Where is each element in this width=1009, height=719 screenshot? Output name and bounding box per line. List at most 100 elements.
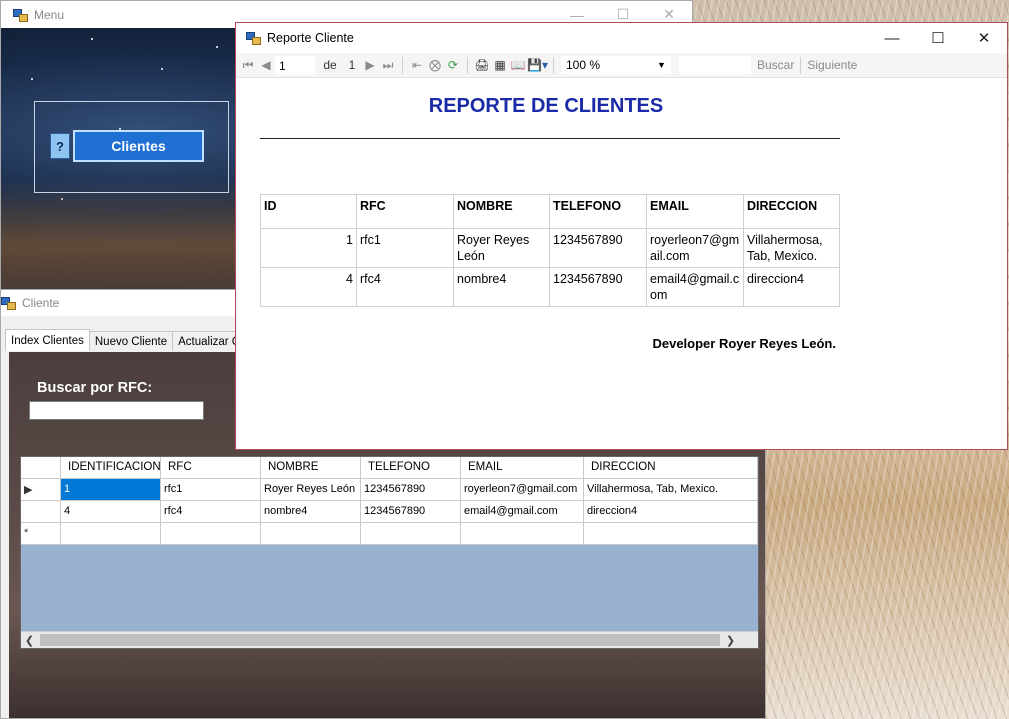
previous-page-icon[interactable]: ◀ bbox=[257, 55, 275, 75]
report-row: 4 rfc4 nombre4 1234567890 email4@gmail.c… bbox=[260, 267, 840, 307]
grid-cell[interactable]: rfc1 bbox=[161, 479, 261, 501]
search-rfc-input[interactable] bbox=[29, 401, 204, 420]
report-row: 1 rfc1 Royer Reyes León 1234567890 royer… bbox=[260, 228, 840, 268]
report-title: REPORTE DE CLIENTES bbox=[428, 95, 664, 117]
grid-cell[interactable] bbox=[461, 523, 584, 545]
scroll-thumb[interactable] bbox=[40, 634, 720, 646]
grid-cell[interactable]: 4 bbox=[61, 501, 161, 523]
export-icon[interactable]: 💾▾ bbox=[527, 55, 548, 75]
menu-window-title: Menu bbox=[34, 7, 65, 22]
zoom-value: 100 % bbox=[565, 58, 600, 72]
grid-cell[interactable] bbox=[261, 523, 361, 545]
report-cell: rfc4 bbox=[356, 267, 454, 307]
scroll-right-icon[interactable]: ❯ bbox=[722, 632, 739, 649]
report-header-row: ID RFC NOMBRE TELEFONO EMAIL DIRECCION bbox=[260, 194, 840, 229]
toolbar-separator bbox=[552, 56, 554, 74]
zoom-select[interactable]: 100 % ▼ bbox=[560, 55, 671, 75]
stop-icon[interactable]: ⨂ bbox=[426, 55, 444, 75]
report-page: REPORTE DE CLIENTES ID RFC NOMBRE TELEFO… bbox=[236, 78, 1007, 449]
current-page-input[interactable]: 1 bbox=[275, 55, 315, 75]
report-cell: 4 bbox=[260, 267, 357, 307]
grid-cell[interactable]: 1234567890 bbox=[361, 479, 461, 501]
search-label: Buscar por RFC: bbox=[37, 380, 153, 396]
last-page-icon[interactable]: ⏭ bbox=[379, 55, 397, 75]
report-viewer-toolbar: ⏮ ◀ 1 de 1 ▶ ⏭ ⇤ ⨂ ⟳ 🖨 ▦ 📖 💾▾ 100 % ▼ Bu… bbox=[236, 53, 1007, 78]
new-row-icon[interactable]: * bbox=[21, 523, 61, 545]
find-next-link[interactable]: Siguiente bbox=[801, 58, 863, 72]
table-row-new[interactable]: * bbox=[21, 523, 758, 545]
grid-column-header[interactable]: RFC bbox=[161, 457, 261, 479]
app-icon bbox=[13, 8, 28, 22]
reporte-cliente-window: Reporte Cliente — ☐ ✕ ⏮ ◀ 1 de 1 ▶ ⏭ ⇤ ⨂… bbox=[235, 22, 1008, 450]
report-column-header: NOMBRE bbox=[453, 194, 550, 229]
find-link[interactable]: Buscar bbox=[751, 58, 800, 72]
toolbar-separator bbox=[402, 56, 403, 74]
total-pages: 1 bbox=[348, 58, 356, 72]
report-column-header: EMAIL bbox=[646, 194, 744, 229]
tab-index-clientes[interactable]: Index Clientes bbox=[5, 329, 90, 351]
grid-cell[interactable]: nombre4 bbox=[261, 501, 361, 523]
grid-column-header[interactable]: IDENTIFICACION bbox=[61, 457, 161, 479]
grid-cell[interactable]: 1 bbox=[61, 479, 161, 501]
grid-cell[interactable] bbox=[361, 523, 461, 545]
tab-strip: Index Clientes Nuevo Cliente Actualizar … bbox=[5, 329, 258, 352]
tab-nuevo-cliente[interactable]: Nuevo Cliente bbox=[88, 331, 174, 351]
chevron-down-icon: ▼ bbox=[657, 60, 666, 70]
print-layout-icon[interactable]: ▦ bbox=[491, 55, 509, 75]
minimize-icon[interactable]: — bbox=[869, 23, 915, 53]
page-of-label: de bbox=[323, 58, 337, 72]
cliente-window-title: Cliente bbox=[22, 296, 60, 310]
grid-column-header[interactable]: TELEFONO bbox=[361, 457, 461, 479]
horizontal-scrollbar[interactable]: ❮ ❯ bbox=[21, 631, 758, 648]
grid-cell[interactable]: Villahermosa, Tab, Mexico. bbox=[584, 479, 758, 501]
first-page-icon[interactable]: ⏮ bbox=[239, 55, 257, 75]
app-icon bbox=[246, 31, 261, 45]
toolbar-separator bbox=[467, 56, 468, 74]
report-cell: 1 bbox=[260, 228, 357, 268]
grid-cell[interactable]: royerleon7@gmail.com bbox=[461, 479, 584, 501]
grid-cell[interactable]: email4@gmail.com bbox=[461, 501, 584, 523]
grid-column-header[interactable]: NOMBRE bbox=[261, 457, 361, 479]
next-page-icon[interactable]: ▶ bbox=[361, 55, 379, 75]
clientes-button[interactable]: Clientes bbox=[73, 130, 204, 162]
report-column-header: RFC bbox=[356, 194, 454, 229]
report-divider bbox=[260, 138, 840, 139]
report-cell: Royer Reyes León bbox=[453, 228, 550, 268]
table-row[interactable]: ▶ 1 rfc1 Royer Reyes León 1234567890 roy… bbox=[21, 479, 758, 501]
grid-corner-header[interactable] bbox=[21, 457, 61, 479]
report-cell: nombre4 bbox=[453, 267, 550, 307]
find-text-input[interactable] bbox=[678, 55, 751, 75]
table-row[interactable]: 4 rfc4 nombre4 1234567890 email4@gmail.c… bbox=[21, 501, 758, 523]
close-icon[interactable]: ✕ bbox=[961, 23, 1007, 53]
grid-cell[interactable]: 1234567890 bbox=[361, 501, 461, 523]
back-icon[interactable]: ⇤ bbox=[408, 55, 426, 75]
report-cell: 1234567890 bbox=[549, 267, 647, 307]
grid-cell[interactable]: rfc4 bbox=[161, 501, 261, 523]
grid-column-header[interactable]: DIRECCION bbox=[584, 457, 758, 479]
grid-column-header[interactable]: EMAIL bbox=[461, 457, 584, 479]
grid-cell[interactable]: Royer Reyes León bbox=[261, 479, 361, 501]
report-table: ID RFC NOMBRE TELEFONO EMAIL DIRECCION 1… bbox=[260, 194, 840, 307]
maximize-icon[interactable]: ☐ bbox=[915, 23, 961, 53]
scroll-left-icon[interactable]: ❮ bbox=[21, 632, 38, 649]
clientes-grid: IDENTIFICACION RFC NOMBRE TELEFONO EMAIL… bbox=[20, 456, 759, 649]
grid-cell[interactable]: direccion4 bbox=[584, 501, 758, 523]
grid-cell[interactable] bbox=[161, 523, 261, 545]
grid-cell[interactable] bbox=[61, 523, 161, 545]
report-cell: Villahermosa, Tab, Mexico. bbox=[743, 228, 840, 268]
report-cell: royerleon7@gmail.com bbox=[646, 228, 744, 268]
help-button[interactable]: ? bbox=[50, 133, 70, 159]
refresh-icon[interactable]: ⟳ bbox=[444, 55, 462, 75]
report-cell: email4@gmail.com bbox=[646, 267, 744, 307]
report-column-header: TELEFONO bbox=[549, 194, 647, 229]
print-icon[interactable]: 🖨 bbox=[473, 55, 491, 75]
report-cell: rfc1 bbox=[356, 228, 454, 268]
page-setup-icon[interactable]: 📖 bbox=[509, 55, 527, 75]
menu-group-box: ? Clientes bbox=[34, 101, 229, 193]
report-column-header: ID bbox=[260, 194, 357, 229]
grid-cell[interactable] bbox=[584, 523, 758, 545]
app-icon bbox=[1, 296, 16, 310]
row-selector[interactable] bbox=[21, 501, 61, 523]
report-window-title: Reporte Cliente bbox=[267, 31, 354, 45]
row-selector-icon[interactable]: ▶ bbox=[21, 479, 61, 501]
